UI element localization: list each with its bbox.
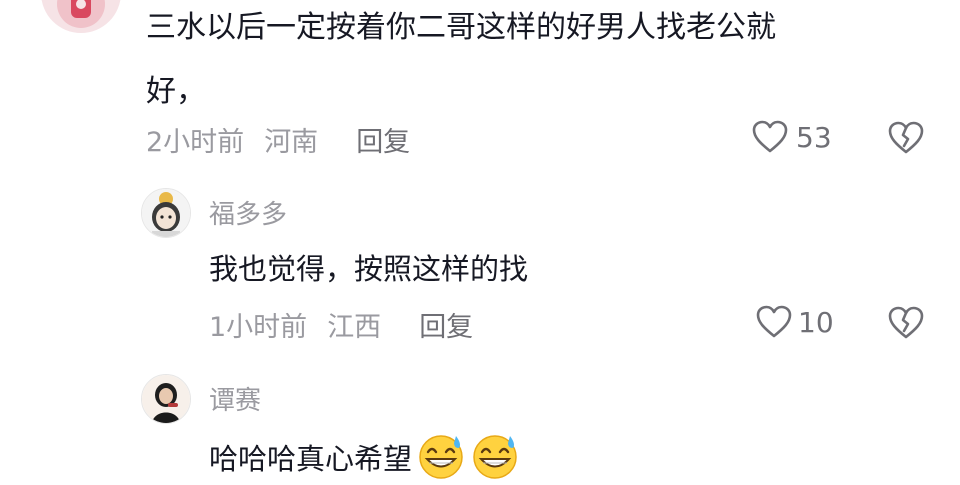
comment-like-count: 53 [796, 120, 832, 154]
comment-reply-button[interactable]: 回复 [356, 127, 410, 158]
comment-time: 2小时前 [146, 127, 245, 158]
comment-meta: 2小时前 河南 回复 [146, 120, 410, 159]
reply-2-text: 哈哈哈真心希望 [209, 442, 413, 476]
broken-heart-icon [888, 121, 924, 154]
reply-1-avatar[interactable] [141, 188, 191, 238]
reply-2-text-row: 哈哈哈真心希望 [209, 430, 520, 484]
grinning-sweat-emoji [470, 430, 520, 484]
comment-like-button[interactable]: 53 [752, 120, 832, 154]
user-avatar-icon [142, 375, 190, 423]
reply-2-nickname[interactable]: 谭赛 [209, 380, 261, 417]
reply-1-like-button[interactable]: 10 [756, 305, 834, 339]
reply-1-meta: 1小时前 江西 回复 [209, 305, 473, 344]
comment-dislike-button[interactable] [888, 121, 924, 159]
reply-1-like-count: 10 [798, 305, 834, 339]
comment-avatar[interactable] [40, 0, 122, 34]
comment-location: 河南 [264, 127, 319, 158]
user-avatar-icon [41, 0, 121, 33]
reply-1-text: 我也觉得，按照这样的找 [209, 252, 529, 286]
reply-1-location: 江西 [327, 312, 382, 343]
user-avatar-icon [142, 189, 190, 237]
reply-2-avatar[interactable] [141, 374, 191, 424]
reply-1-nickname[interactable]: 福多多 [209, 194, 287, 231]
comment-text-line-2: 好， [146, 74, 206, 109]
heart-outline-icon [756, 305, 792, 338]
grinning-sweat-emoji [416, 430, 466, 484]
reply-1-dislike-button[interactable] [888, 306, 924, 344]
comment-text: 三水以后一定按着你二哥这样的好男人找老公就 好， [146, 4, 776, 116]
comment-text-line-1: 三水以后一定按着你二哥这样的好男人找老公就 [146, 10, 776, 45]
reply-1-reply-button[interactable]: 回复 [419, 312, 473, 343]
heart-outline-icon [752, 120, 788, 153]
broken-heart-icon [888, 306, 924, 339]
reply-1-time: 1小时前 [209, 312, 308, 343]
